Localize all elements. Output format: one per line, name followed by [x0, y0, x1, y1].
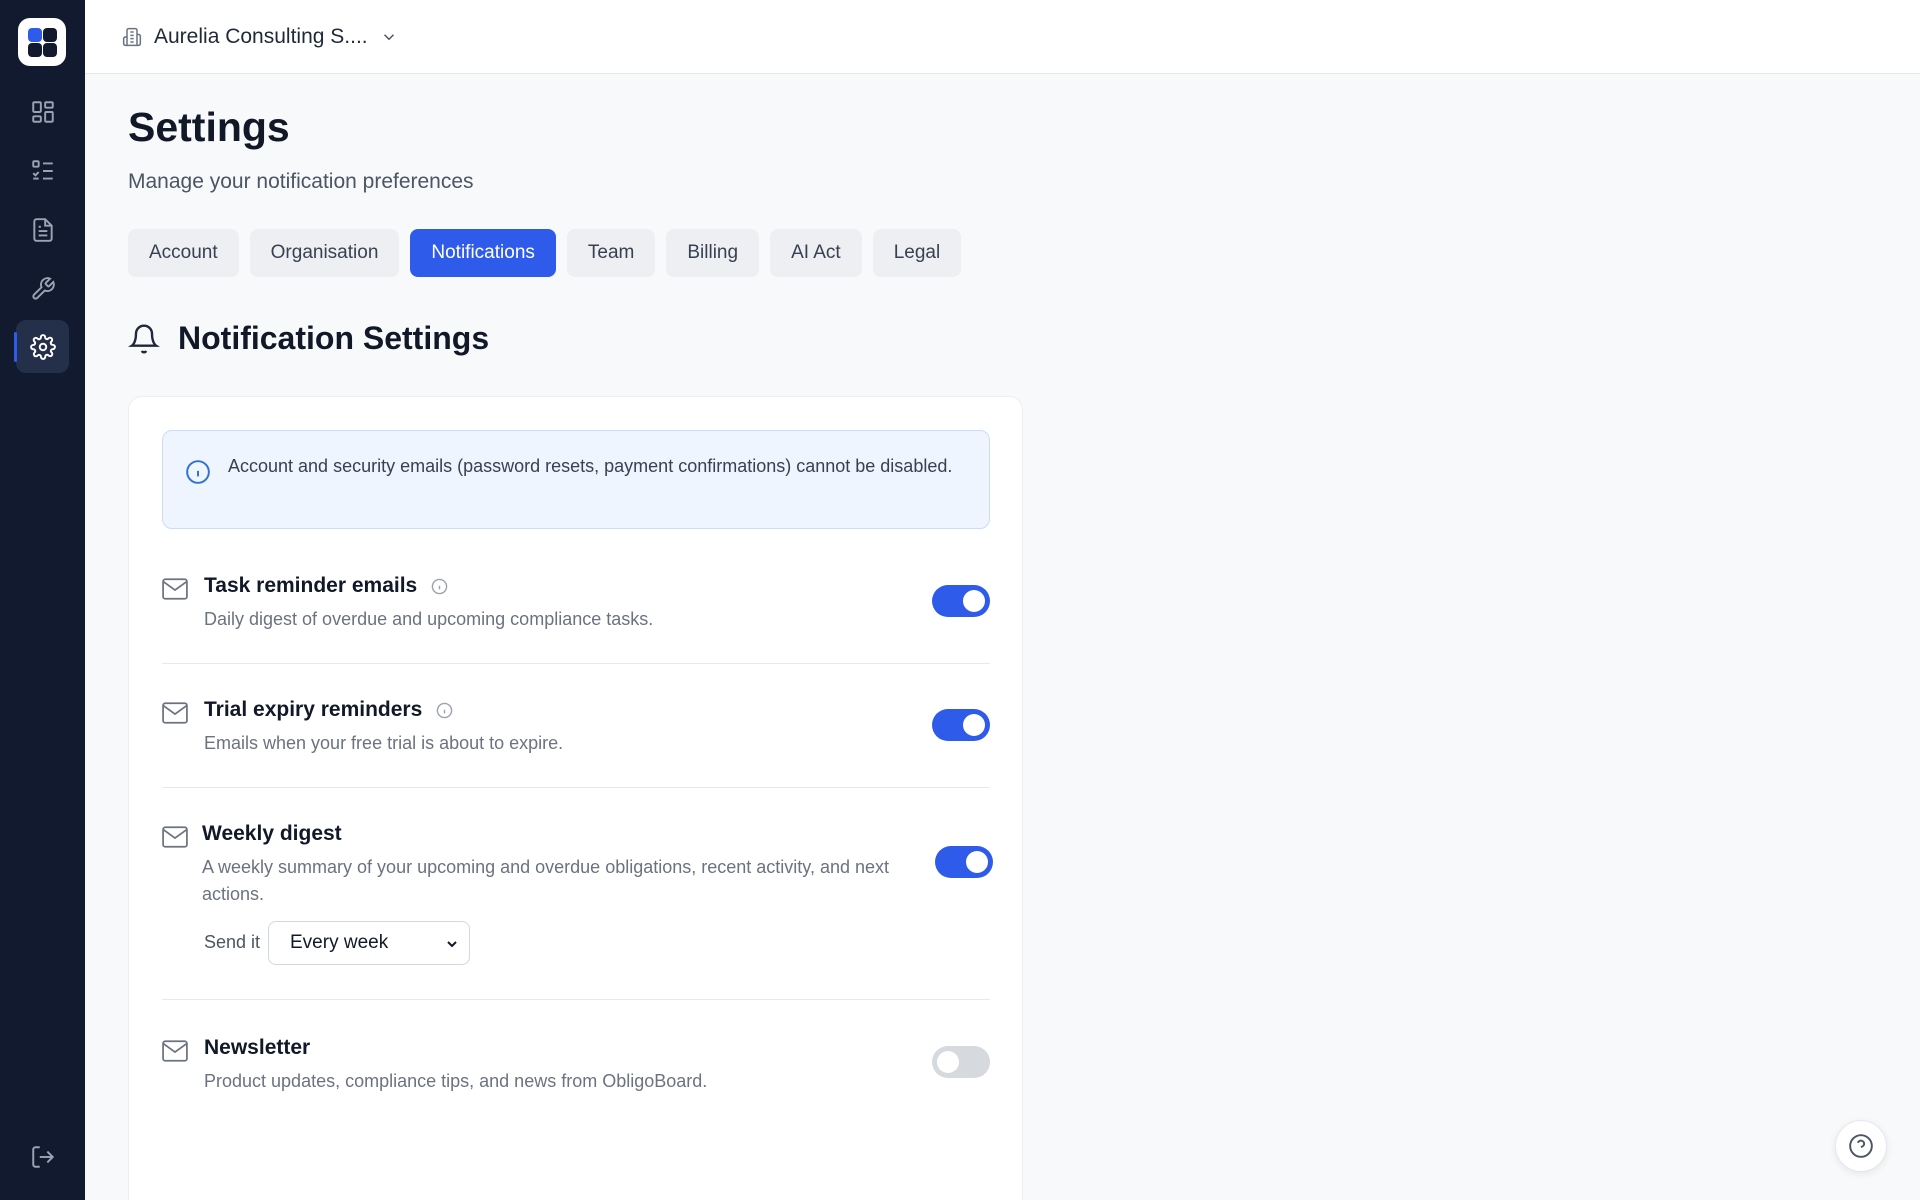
info-notice: Account and security emails (password re… [162, 430, 990, 529]
toggle-knob [963, 714, 985, 736]
gear-icon [29, 333, 56, 360]
mail-icon [162, 702, 188, 724]
help-button[interactable] [1835, 1120, 1887, 1172]
divider [162, 663, 990, 664]
logo-square [28, 28, 42, 42]
logo-square [43, 43, 57, 57]
mail-icon [162, 826, 188, 848]
toggle-knob [966, 851, 988, 873]
tab-organisation[interactable]: Organisation [249, 229, 400, 277]
bell-icon [128, 324, 160, 353]
notification-settings-card: Account and security emails (password re… [128, 396, 1023, 1200]
toggle-knob [963, 590, 985, 612]
settings-tabs: Account Organisation Notifications Team … [128, 229, 962, 277]
setting-description: Product updates, compliance tips, and ne… [204, 1071, 708, 1091]
setting-title: Weekly digest [202, 822, 342, 845]
org-name: Aurelia Consulting S.... [154, 25, 368, 48]
setting-title: Task reminder emails [204, 574, 448, 598]
setting-row-weekly-digest: Weekly digest A weekly summary of your u… [162, 822, 993, 972]
tab-notifications[interactable]: Notifications [410, 229, 556, 277]
tab-account[interactable]: Account [128, 229, 239, 277]
tab-ai-act[interactable]: AI Act [770, 229, 862, 277]
app-logo[interactable] [18, 18, 66, 66]
setting-description: Emails when your free trial is about to … [204, 733, 564, 753]
org-switcher[interactable]: Aurelia Consulting S.... [122, 22, 398, 52]
page-title: Settings [128, 104, 290, 150]
chevron-down-icon [383, 34, 394, 41]
sidebar [0, 0, 85, 1200]
toggle-knob [937, 1051, 959, 1073]
newsletter-toggle[interactable] [932, 1046, 990, 1078]
trial-expiry-toggle[interactable] [932, 709, 990, 741]
sidebar-item-documents[interactable] [16, 203, 69, 256]
building-icon [122, 27, 142, 47]
tab-billing[interactable]: Billing [666, 229, 760, 277]
setting-row-trial-expiry: Trial expiry reminders Emails when your … [162, 698, 990, 758]
setting-title: Trial expiry reminders [204, 698, 453, 722]
tab-team[interactable]: Team [566, 229, 656, 277]
top-bar: Aurelia Consulting S.... [85, 0, 1920, 74]
task-list-icon [31, 159, 53, 180]
chevron-down-icon [447, 941, 457, 948]
divider [162, 787, 990, 788]
page-subtitle: Manage your notification preferences [128, 170, 474, 193]
sidebar-item-tools[interactable] [16, 262, 69, 315]
section-header: Notification Settings [128, 320, 489, 357]
setting-description: A weekly summary of your upcoming and ov… [202, 857, 890, 904]
logo-square [28, 43, 42, 57]
wrench-icon [31, 276, 55, 300]
section-title: Notification Settings [178, 320, 490, 356]
sidebar-item-tasks[interactable] [16, 144, 69, 197]
setting-row-task-reminders: Task reminder emails Daily digest of ove… [162, 574, 990, 634]
send-frequency-label: Send it [204, 932, 261, 952]
info-notice-text: Account and security emails (password re… [228, 456, 953, 476]
info-icon[interactable] [436, 702, 453, 719]
document-icon [32, 217, 53, 242]
setting-row-newsletter: Newsletter Product updates, compliance t… [162, 1036, 990, 1096]
task-reminders-toggle[interactable] [932, 585, 990, 617]
digest-frequency-select[interactable]: Every week [268, 921, 470, 965]
weekly-digest-toggle[interactable] [935, 846, 993, 878]
info-icon [186, 460, 210, 484]
mail-icon [162, 578, 188, 600]
help-icon [1849, 1134, 1873, 1158]
tab-legal[interactable]: Legal [872, 229, 962, 277]
dashboard-icon [31, 100, 54, 123]
setting-title: Newsletter [204, 1036, 311, 1059]
divider [162, 999, 990, 1000]
setting-description: Daily digest of overdue and upcoming com… [204, 609, 654, 629]
sidebar-item-dashboard[interactable] [16, 85, 69, 138]
info-icon[interactable] [431, 578, 448, 595]
mail-icon [162, 1040, 188, 1062]
logo-square [43, 28, 57, 42]
logout-icon [31, 1145, 54, 1168]
logout-button[interactable] [16, 1130, 69, 1183]
sidebar-item-settings[interactable] [14, 320, 69, 373]
